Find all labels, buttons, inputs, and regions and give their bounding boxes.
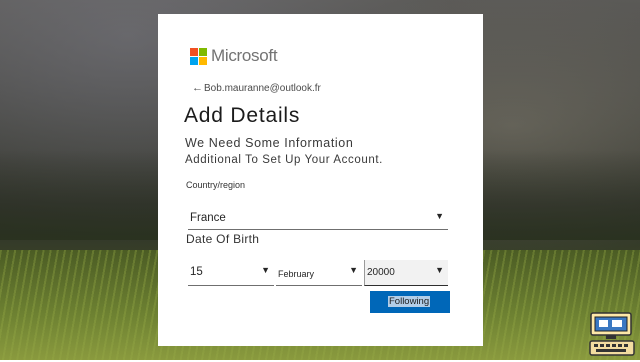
account-email: Bob.mauranne@outlook.fr bbox=[204, 82, 321, 94]
date-of-birth-label: Date Of Birth bbox=[186, 232, 260, 246]
description-line-2: Additional To Set Up Your Account. bbox=[185, 154, 383, 166]
birth-day-select[interactable]: 15 ▼ bbox=[188, 260, 274, 286]
birth-year-value: 20000 bbox=[367, 267, 395, 278]
logo-text: Microsoft bbox=[211, 46, 278, 65]
description-line-1: We Need Some Information bbox=[185, 136, 354, 150]
computer-keyboard-icon bbox=[588, 311, 636, 357]
birth-year-select[interactable]: 20000 ▼ bbox=[364, 260, 448, 286]
country-label: Country/region bbox=[186, 180, 246, 190]
signup-card: Microsoft ← Bob.mauranne@outlook.fr Add … bbox=[158, 14, 483, 346]
chevron-down-icon: ▼ bbox=[435, 211, 444, 221]
chevron-down-icon: ▼ bbox=[435, 265, 444, 275]
birth-month-value: February bbox=[278, 269, 315, 279]
back-arrow-icon: ← bbox=[192, 82, 203, 94]
microsoft-logo: Microsoft bbox=[190, 46, 278, 66]
country-value: France bbox=[190, 212, 226, 224]
birth-day-value: 15 bbox=[190, 266, 203, 278]
microsoft-logo-icon bbox=[190, 47, 207, 65]
country-select[interactable]: France ▼ bbox=[188, 206, 448, 230]
chevron-down-icon: ▼ bbox=[261, 265, 270, 275]
chevron-down-icon: ▼ bbox=[349, 265, 358, 275]
back-to-account-link[interactable]: ← Bob.mauranne@outlook.fr bbox=[192, 82, 321, 94]
birth-month-select[interactable]: February ▼ bbox=[276, 260, 362, 286]
page-title: Add Details bbox=[184, 104, 301, 127]
next-button[interactable]: Following bbox=[370, 291, 450, 313]
next-button-label: Following bbox=[388, 296, 431, 307]
